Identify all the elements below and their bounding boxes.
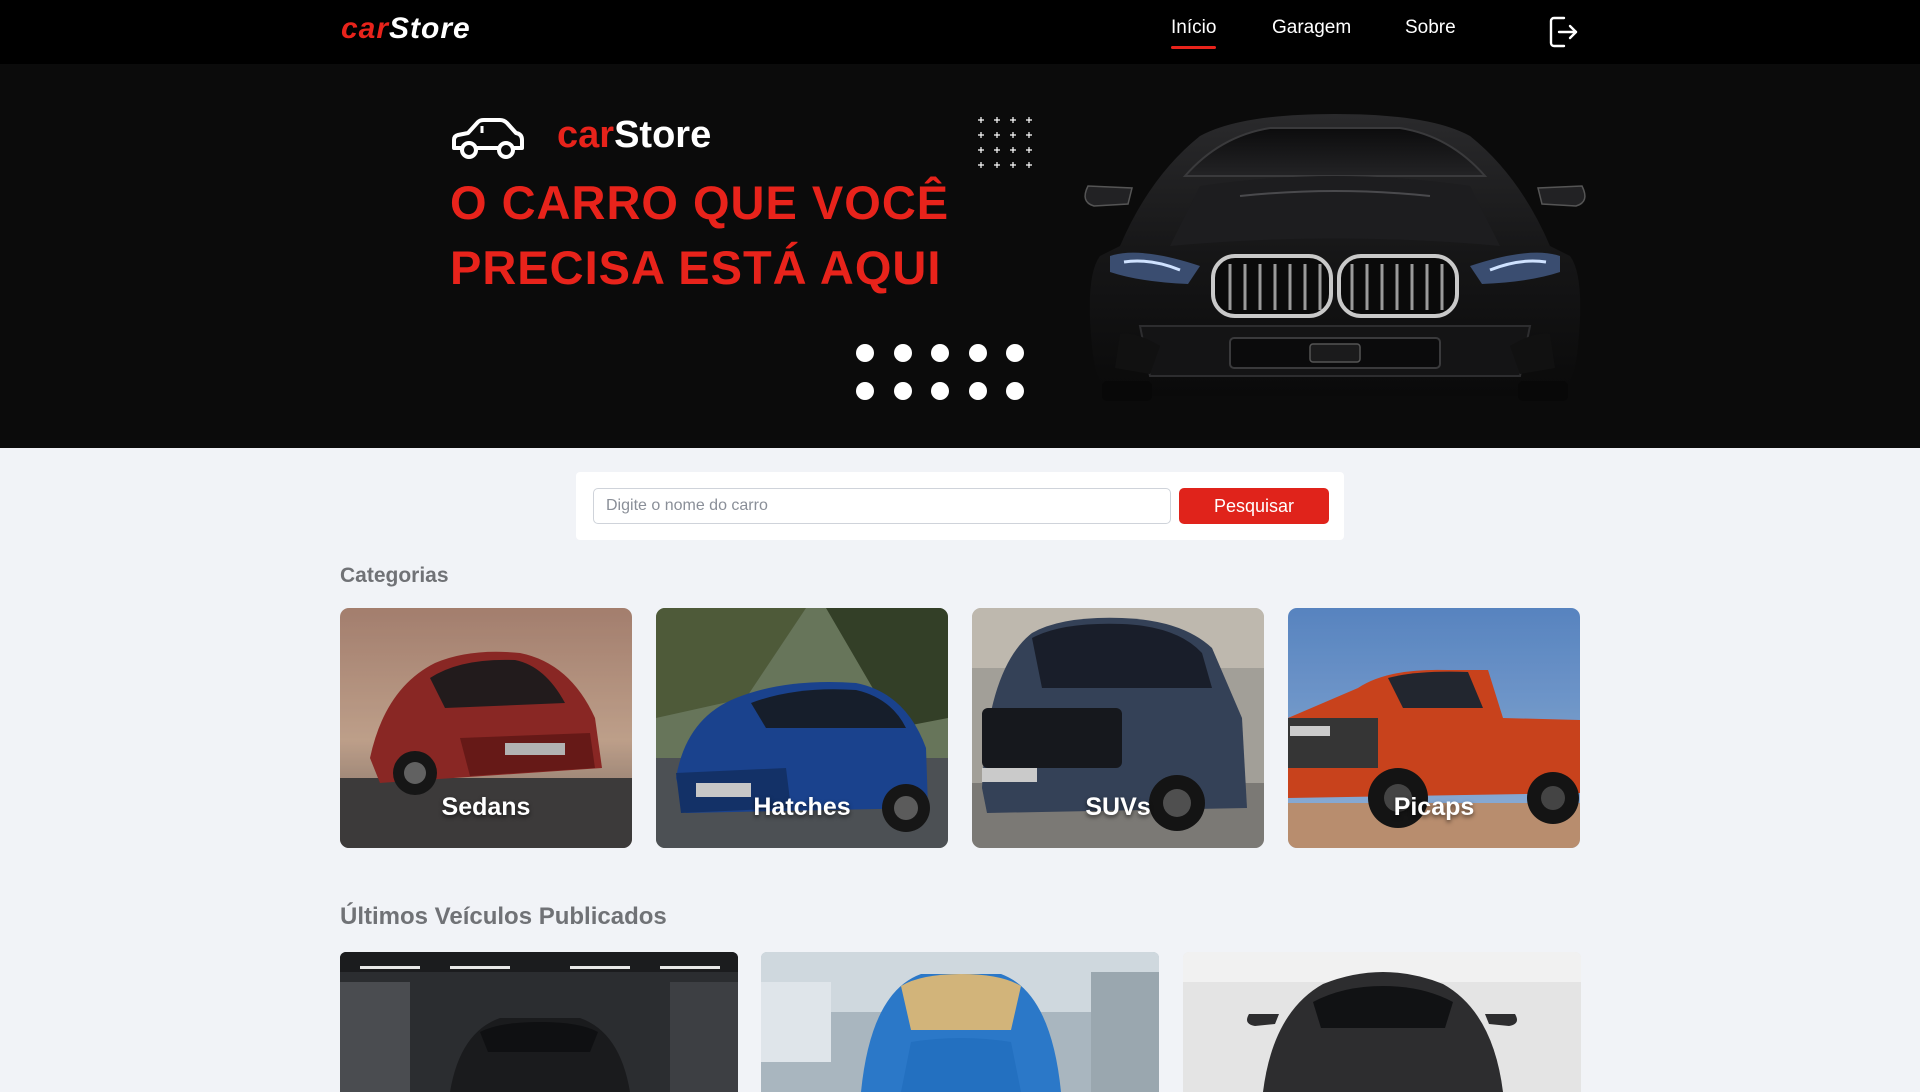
nav-link-garagem[interactable]: Garagem (1272, 17, 1351, 39)
search-button[interactable]: Pesquisar (1179, 488, 1329, 524)
vehicle-image (1183, 952, 1581, 1092)
search-box: Pesquisar (576, 472, 1344, 540)
hero-headline-line1: O CARRO QUE VOCÊ (450, 176, 950, 229)
vehicle-image (761, 952, 1159, 1092)
plus-pattern-decoration (978, 117, 1032, 168)
category-card-picaps[interactable]: Picaps (1288, 608, 1580, 848)
brand-prefix: car (341, 12, 390, 45)
category-label-picaps: Picaps (1393, 793, 1475, 821)
category-card-hatches[interactable]: Hatches (656, 608, 948, 848)
vehicle-card[interactable] (1183, 952, 1581, 1092)
brand-suffix: Store (389, 12, 471, 45)
nav-link-sobre[interactable]: Sobre (1405, 17, 1456, 39)
category-card-suvs[interactable]: SUVs (972, 608, 1264, 848)
navbar: carStore Início Garagem Sobre (0, 0, 1920, 64)
hero-brand-suffix: Store (614, 114, 712, 156)
vehicle-card[interactable] (761, 952, 1159, 1092)
category-label-sedans: Sedans (441, 793, 531, 821)
hero-brand-prefix: car (557, 114, 615, 156)
hero-brand: carStore (557, 114, 711, 157)
vehicle-card[interactable] (340, 952, 738, 1092)
dot-pattern-decoration (856, 344, 1024, 400)
category-label-hatches: Hatches (753, 793, 851, 821)
hero-banner: carStore O CARRO QUE VOCÊ PRECISA ESTÁ A… (0, 64, 1920, 448)
nav-link-inicio[interactable]: Início (1171, 17, 1217, 49)
car-outline-icon (452, 118, 524, 159)
categories-title: Categorias (340, 564, 449, 587)
hero-headline-line2: PRECISA ESTÁ AQUI (450, 241, 942, 294)
category-card-sedans[interactable]: Sedans (340, 608, 632, 848)
logout-icon[interactable] (1548, 14, 1580, 50)
category-label-suvs: SUVs (1085, 793, 1151, 821)
hero-headline: O CARRO QUE VOCÊ PRECISA ESTÁ AQUI (450, 170, 1050, 300)
latest-vehicles-title: Últimos Veículos Publicados (340, 903, 667, 930)
brand-logo[interactable]: carStore (341, 12, 471, 46)
hero-car-image (1084, 114, 1586, 401)
vehicle-image (340, 952, 738, 1092)
search-input[interactable] (593, 488, 1171, 524)
